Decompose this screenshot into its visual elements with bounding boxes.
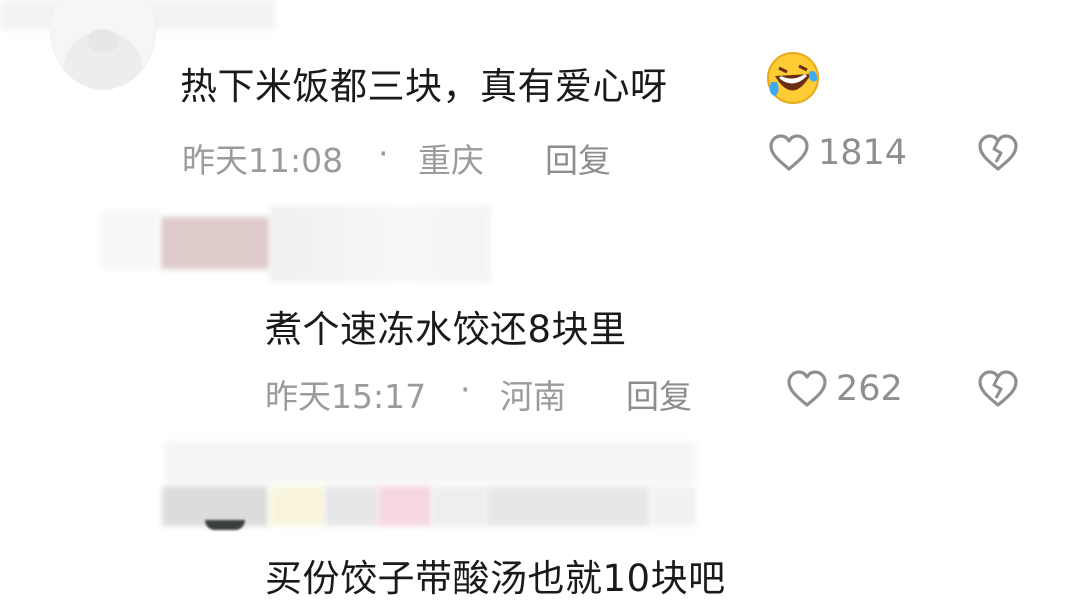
avatar[interactable] [50,0,156,90]
reply-button[interactable]: 回复 [626,370,692,418]
meta-separator: · [378,134,389,173]
comment-text: 热下米饭都三块，真有爱心呀 [180,65,668,108]
username-blur [325,486,378,526]
broken-heart-icon[interactable] [977,370,1019,408]
comment-time: 昨天11:08 [182,141,344,180]
reply-button[interactable]: 回复 [545,134,611,182]
heart-outline-icon[interactable] [786,370,828,408]
comment-text: 煮个速冻水饺还8块里 [265,308,627,351]
avatar-edge [205,520,245,530]
laughing-emoji [767,52,819,104]
comment-text: 买份饺子带酸汤也就10块吧 [265,557,726,600]
username-blur [650,486,696,526]
comment-location: 重庆 [418,141,484,180]
meta-separator: · [460,370,471,409]
comment-location: 河南 [500,377,566,416]
heart-outline-icon[interactable] [768,134,810,172]
like-count: 262 [836,369,903,409]
username-blur [486,486,650,526]
avatar[interactable] [160,217,270,269]
username-blur [100,210,160,270]
username-blur [432,486,486,526]
like-count: 1814 [818,133,908,173]
comment-time: 昨天15:17 [265,377,427,416]
username-blur [165,442,695,482]
username-blur [378,486,432,526]
username-blur [270,486,325,526]
broken-heart-icon[interactable] [977,134,1019,172]
username-blur [270,206,490,282]
